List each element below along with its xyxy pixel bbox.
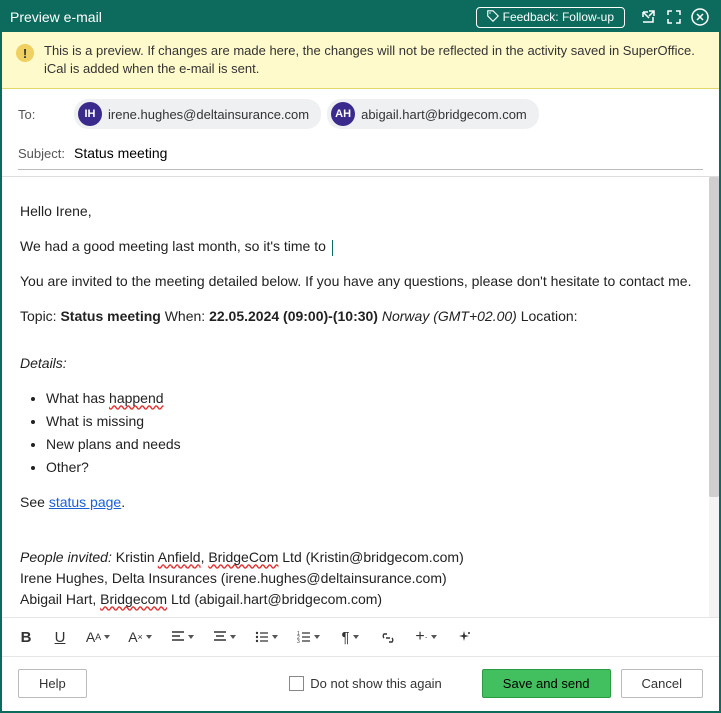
- chevron-down-icon: [353, 635, 359, 639]
- number-list-button[interactable]: 123: [290, 624, 326, 650]
- recipient-email: irene.hughes@deltainsurance.com: [108, 107, 309, 122]
- cancel-button[interactable]: Cancel: [621, 669, 703, 698]
- dont-show-checkbox[interactable]: Do not show this again: [289, 676, 442, 691]
- paragraph-button[interactable]: ¶: [332, 624, 368, 650]
- subject-input[interactable]: [74, 141, 703, 165]
- body-greeting: Hello Irene,: [20, 201, 701, 222]
- window-title: Preview e-mail: [10, 9, 476, 25]
- bullet-list-button[interactable]: [248, 624, 284, 650]
- to-row: To: IH irene.hughes@deltainsurance.com A…: [18, 99, 703, 129]
- see-line: See status page.: [20, 492, 701, 513]
- insert-button[interactable]: +·: [408, 624, 444, 650]
- align-center-button[interactable]: [206, 624, 242, 650]
- clear-format-button[interactable]: A×: [122, 624, 158, 650]
- email-body[interactable]: Hello Irene, We had a good meeting last …: [2, 177, 719, 617]
- to-label: To:: [18, 107, 74, 122]
- status-page-link[interactable]: status page: [49, 494, 121, 510]
- recipient-email: abigail.hart@bridgecom.com: [361, 107, 527, 122]
- link-button[interactable]: [374, 624, 402, 650]
- list-item: What has happend: [46, 388, 701, 409]
- recipient-chip[interactable]: IH irene.hughes@deltainsurance.com: [74, 99, 321, 129]
- details-list: What has happend What is missing New pla…: [46, 388, 701, 478]
- email-header: To: IH irene.hughes@deltainsurance.com A…: [2, 89, 719, 177]
- body-line: You are invited to the meeting detailed …: [20, 271, 701, 292]
- feedback-label: Feedback: Follow-up: [503, 10, 614, 24]
- chevron-down-icon: [188, 635, 194, 639]
- text-cursor: [332, 240, 333, 256]
- chevron-down-icon: [146, 635, 152, 639]
- people-invited: People invited: Kristin Anfield, BridgeC…: [20, 547, 701, 610]
- bold-button[interactable]: B: [12, 624, 40, 650]
- subject-label: Subject:: [18, 146, 74, 161]
- editor-toolbar: B U AA A× 123 ¶ +·: [2, 617, 719, 657]
- sparkle-button[interactable]: [450, 624, 478, 650]
- underline-button[interactable]: U: [46, 624, 74, 650]
- chevron-down-icon: [272, 635, 278, 639]
- subject-row: Subject:: [18, 141, 703, 170]
- font-size-button[interactable]: AA: [80, 624, 116, 650]
- warning-icon: !: [16, 44, 34, 62]
- avatar: AH: [331, 102, 355, 126]
- titlebar: Preview e-mail Feedback: Follow-up: [2, 2, 719, 32]
- scrollbar[interactable]: [709, 177, 719, 617]
- chevron-down-icon: [230, 635, 236, 639]
- avatar: IH: [78, 102, 102, 126]
- dont-show-label: Do not show this again: [310, 676, 442, 691]
- warning-text: This is a preview. If changes are made h…: [44, 42, 705, 78]
- meeting-line: Topic: Status meeting When: 22.05.2024 (…: [20, 306, 701, 327]
- list-item: What is missing: [46, 411, 701, 432]
- chevron-down-icon: [431, 635, 437, 639]
- popout-icon[interactable]: [637, 6, 659, 28]
- details-label: Details:: [20, 353, 701, 374]
- help-button[interactable]: Help: [18, 669, 87, 698]
- warning-banner: ! This is a preview. If changes are made…: [2, 32, 719, 89]
- body-wrapper: Hello Irene, We had a good meeting last …: [2, 177, 719, 617]
- svg-text:3: 3: [297, 639, 300, 643]
- fullscreen-icon[interactable]: [663, 6, 685, 28]
- tag-icon: [487, 10, 499, 25]
- feedback-button[interactable]: Feedback: Follow-up: [476, 7, 625, 28]
- recipient-chip[interactable]: AH abigail.hart@bridgecom.com: [327, 99, 539, 129]
- list-item: Other?: [46, 457, 701, 478]
- body-line: We had a good meeting last month, so it'…: [20, 236, 701, 257]
- align-left-button[interactable]: [164, 624, 200, 650]
- list-item: New plans and needs: [46, 434, 701, 455]
- save-send-button[interactable]: Save and send: [482, 669, 611, 698]
- dialog-footer: Help Do not show this again Save and sen…: [2, 657, 719, 710]
- scrollbar-thumb[interactable]: [709, 177, 719, 497]
- chevron-down-icon: [314, 635, 320, 639]
- checkbox-icon: [289, 676, 304, 691]
- chevron-down-icon: [104, 635, 110, 639]
- close-icon[interactable]: [689, 6, 711, 28]
